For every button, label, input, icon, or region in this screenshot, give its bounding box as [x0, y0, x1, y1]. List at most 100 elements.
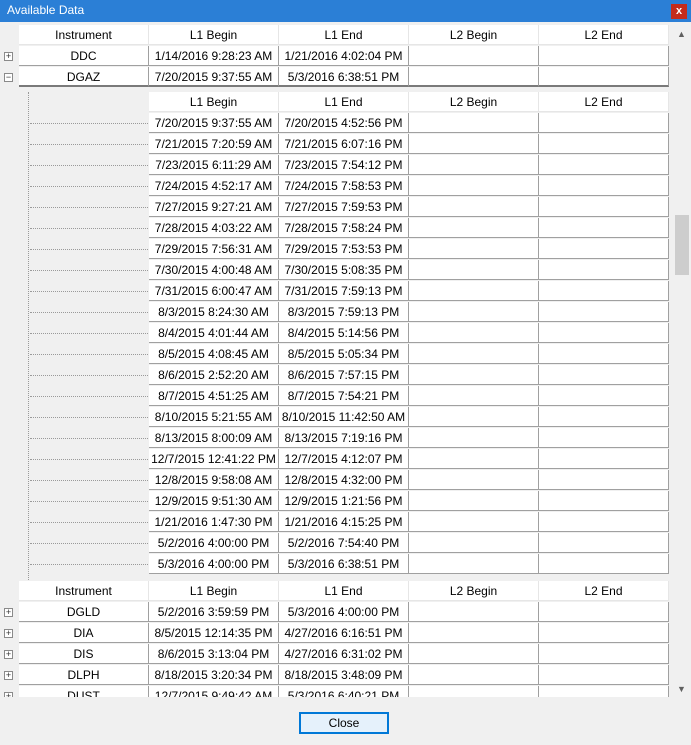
column-header[interactable]: L1 End [279, 25, 409, 45]
sub-table-cell[interactable]: 7/30/2015 4:00:48 AM [149, 260, 279, 280]
table-cell[interactable] [409, 67, 539, 87]
sub-table-cell[interactable] [539, 218, 669, 238]
sub-table-cell[interactable] [539, 365, 669, 385]
plus-box-icon[interactable]: + [4, 608, 13, 617]
sub-table-cell[interactable] [409, 449, 539, 469]
sub-column-header[interactable]: L1 End [279, 92, 409, 112]
sub-table-cell[interactable]: 8/7/2015 7:54:21 PM [279, 386, 409, 406]
table-cell[interactable] [409, 46, 539, 66]
table-cell[interactable]: DUST [19, 686, 149, 697]
scroll-down-icon[interactable]: ▼ [677, 684, 686, 694]
sub-table-cell[interactable] [539, 155, 669, 175]
sub-table-cell[interactable]: 7/27/2015 9:27:21 AM [149, 197, 279, 217]
sub-table-cell[interactable] [409, 491, 539, 511]
sub-table-cell[interactable] [409, 155, 539, 175]
table-cell[interactable] [409, 644, 539, 664]
sub-table-cell[interactable] [539, 533, 669, 553]
sub-table-cell[interactable]: 7/21/2015 7:20:59 AM [149, 134, 279, 154]
plus-box-icon[interactable]: + [4, 671, 13, 680]
table-cell[interactable] [409, 623, 539, 643]
table-cell[interactable] [409, 602, 539, 622]
sub-table-cell[interactable]: 7/21/2015 6:07:16 PM [279, 134, 409, 154]
sub-table-cell[interactable]: 8/13/2015 8:00:09 AM [149, 428, 279, 448]
window-close-icon[interactable]: x [671, 4, 687, 19]
sub-table-cell[interactable] [539, 470, 669, 490]
sub-table-cell[interactable] [409, 239, 539, 259]
sub-table-cell[interactable]: 1/21/2016 1:47:30 PM [149, 512, 279, 532]
sub-table-cell[interactable]: 1/21/2016 4:15:25 PM [279, 512, 409, 532]
sub-table-cell[interactable]: 7/31/2015 7:59:13 PM [279, 281, 409, 301]
sub-table-cell[interactable] [539, 281, 669, 301]
table-cell[interactable] [409, 686, 539, 697]
plus-box-icon[interactable]: + [4, 52, 13, 61]
sub-table-cell[interactable] [539, 323, 669, 343]
sub-table-cell[interactable]: 7/20/2015 9:37:55 AM [149, 113, 279, 133]
sub-table-cell[interactable] [539, 449, 669, 469]
sub-table-cell[interactable] [409, 533, 539, 553]
sub-table-cell[interactable]: 12/9/2015 1:21:56 PM [279, 491, 409, 511]
plus-box-icon[interactable]: + [4, 629, 13, 638]
sub-table-cell[interactable] [539, 386, 669, 406]
sub-table-cell[interactable] [539, 134, 669, 154]
sub-table-cell[interactable]: 12/8/2015 9:58:08 AM [149, 470, 279, 490]
sub-table-cell[interactable] [409, 197, 539, 217]
sub-table-cell[interactable]: 7/28/2015 7:58:24 PM [279, 218, 409, 238]
sub-table-cell[interactable]: 8/10/2015 11:42:50 AM [279, 407, 409, 427]
sub-table-cell[interactable]: 8/4/2015 4:01:44 AM [149, 323, 279, 343]
table-cell[interactable] [539, 644, 669, 664]
column-header[interactable]: L2 End [539, 25, 669, 45]
sub-table-cell[interactable] [409, 281, 539, 301]
table-cell[interactable]: DGLD [19, 602, 149, 622]
column-header[interactable]: L1 End [279, 581, 409, 601]
table-cell[interactable]: DDC [19, 46, 149, 66]
table-cell[interactable]: DGAZ [19, 67, 149, 87]
sub-table-cell[interactable]: 7/23/2015 6:11:29 AM [149, 155, 279, 175]
sub-table-cell[interactable] [409, 302, 539, 322]
sub-table-cell[interactable]: 7/29/2015 7:56:31 AM [149, 239, 279, 259]
table-cell[interactable] [539, 602, 669, 622]
sub-table-cell[interactable] [409, 176, 539, 196]
vertical-scrollbar[interactable]: ▲ ▼ [674, 25, 691, 697]
table-cell[interactable] [539, 665, 669, 685]
sub-table-cell[interactable]: 7/23/2015 7:54:12 PM [279, 155, 409, 175]
sub-table-cell[interactable] [409, 365, 539, 385]
sub-table-cell[interactable] [539, 407, 669, 427]
minus-box-icon[interactable]: − [4, 73, 13, 82]
sub-table-cell[interactable] [539, 512, 669, 532]
sub-table-cell[interactable] [409, 218, 539, 238]
sub-table-cell[interactable]: 12/9/2015 9:51:30 AM [149, 491, 279, 511]
sub-table-cell[interactable] [539, 554, 669, 574]
sub-table-cell[interactable] [539, 428, 669, 448]
table-cell[interactable]: 1/21/2016 4:02:04 PM [279, 46, 409, 66]
column-header[interactable]: L2 Begin [409, 581, 539, 601]
sub-table-cell[interactable] [409, 134, 539, 154]
scroll-up-icon[interactable]: ▲ [677, 29, 686, 39]
table-cell[interactable] [539, 46, 669, 66]
table-cell[interactable]: 7/20/2015 9:37:55 AM [149, 67, 279, 87]
sub-table-cell[interactable]: 8/3/2015 8:24:30 AM [149, 302, 279, 322]
sub-table-cell[interactable] [539, 176, 669, 196]
table-cell[interactable]: DIA [19, 623, 149, 643]
sub-table-cell[interactable]: 8/5/2015 5:05:34 PM [279, 344, 409, 364]
sub-table-cell[interactable]: 8/6/2015 2:52:20 AM [149, 365, 279, 385]
sub-table-cell[interactable]: 5/3/2016 4:00:00 PM [149, 554, 279, 574]
table-cell[interactable]: DIS [19, 644, 149, 664]
sub-table-cell[interactable]: 8/3/2015 7:59:13 PM [279, 302, 409, 322]
table-cell[interactable] [409, 665, 539, 685]
column-header[interactable]: Instrument [19, 581, 149, 601]
sub-table-cell[interactable]: 8/13/2015 7:19:16 PM [279, 428, 409, 448]
sub-column-header[interactable]: L2 End [539, 92, 669, 112]
sub-column-header[interactable]: L2 Begin [409, 92, 539, 112]
scrollbar-thumb[interactable] [675, 215, 689, 275]
sub-table-cell[interactable] [539, 260, 669, 280]
sub-table-cell[interactable]: 5/2/2016 4:00:00 PM [149, 533, 279, 553]
table-cell[interactable]: DLPH [19, 665, 149, 685]
sub-table-cell[interactable] [539, 197, 669, 217]
sub-table-cell[interactable]: 7/30/2015 5:08:35 PM [279, 260, 409, 280]
column-header[interactable]: L2 Begin [409, 25, 539, 45]
sub-table-cell[interactable]: 8/10/2015 5:21:55 AM [149, 407, 279, 427]
table-cell[interactable]: 5/3/2016 6:40:21 PM [279, 686, 409, 697]
sub-table-cell[interactable] [409, 512, 539, 532]
sub-table-cell[interactable] [539, 302, 669, 322]
sub-table-cell[interactable] [409, 386, 539, 406]
